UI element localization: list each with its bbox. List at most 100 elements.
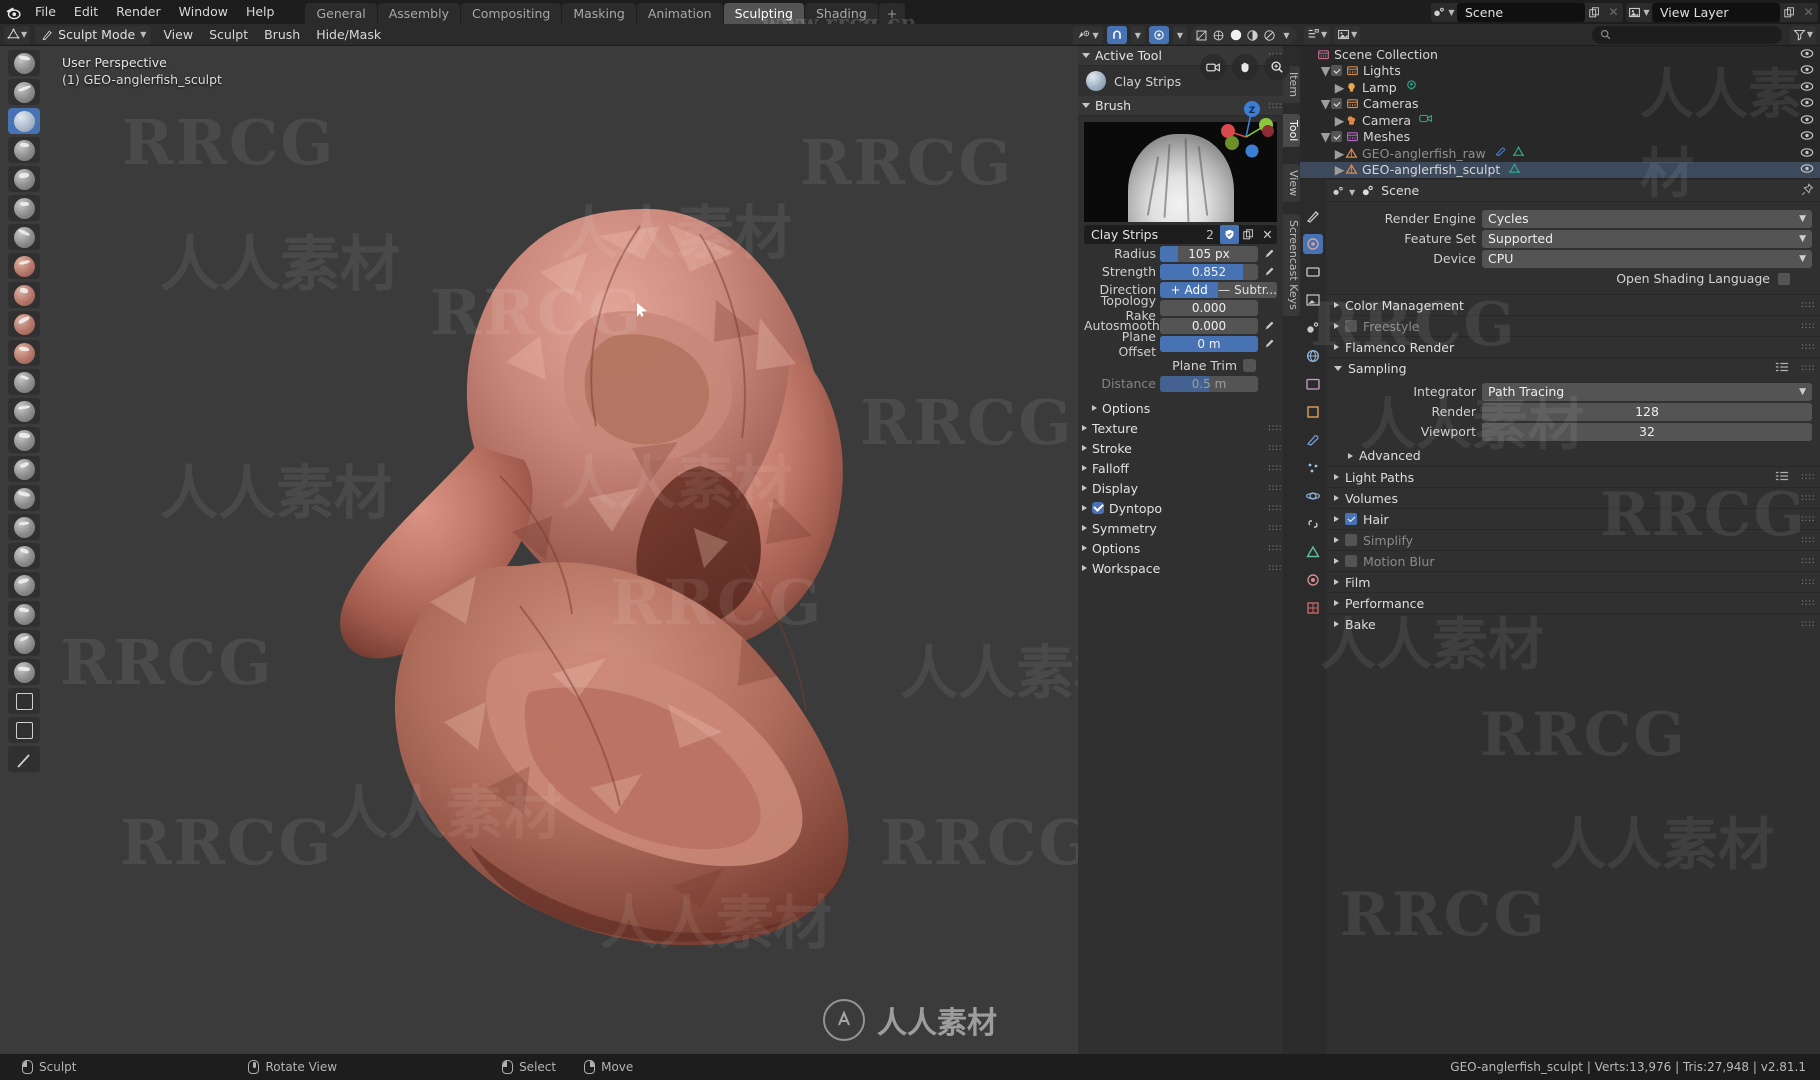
shading-rendered-icon[interactable] (1261, 27, 1278, 44)
feature-set-select[interactable]: Supported ▼ (1482, 229, 1812, 248)
tool-draw[interactable] (8, 50, 40, 76)
eye-icon[interactable] (1800, 162, 1814, 177)
duplicate-icon[interactable] (1585, 3, 1604, 22)
tool-pinch[interactable] (8, 398, 40, 424)
shading-wireframe-icon[interactable] (1193, 27, 1210, 44)
tool-snake-hook[interactable] (8, 485, 40, 511)
modifier-icon[interactable] (1494, 145, 1507, 161)
eye-icon[interactable] (1800, 129, 1814, 144)
workspace-tab-add[interactable]: + (878, 3, 906, 24)
viewport-menu-view[interactable]: View (155, 26, 201, 44)
tool-scrape[interactable] (8, 369, 40, 395)
brush-direction-toggle[interactable]: + Add — Subtr... (1160, 281, 1277, 298)
properties-section-flamenco-render[interactable]: Flamenco Render:::: (1326, 336, 1820, 357)
search-input[interactable] (1591, 25, 1782, 44)
workspace-tab-compositing[interactable]: Compositing (460, 3, 562, 24)
chevron-right-icon[interactable]: ▶ (1334, 113, 1345, 128)
tool-mask[interactable] (8, 659, 40, 685)
proportional-dropdown-icon[interactable]: ▼ (1172, 26, 1187, 44)
scene-selector[interactable]: ▼ Scene ✕ (1431, 2, 1623, 22)
chevron-down-icon[interactable]: ▼ (1320, 96, 1331, 111)
tool-layer[interactable] (8, 166, 40, 192)
outliner-row[interactable]: ▼ Lights (1300, 63, 1820, 80)
pin-icon[interactable] (1801, 182, 1814, 199)
properties-section-freestyle[interactable]: Freestyle:::: (1326, 315, 1820, 336)
duplicate-icon[interactable] (1239, 225, 1258, 244)
workspace-tab-assembly[interactable]: Assembly (377, 3, 460, 24)
tool-fill[interactable] (8, 340, 40, 366)
sidebar-tab-screencast-keys[interactable]: Screencast Keys (1283, 214, 1300, 316)
brush-section-symmetry[interactable]: Symmetry:::: (1078, 518, 1283, 538)
properties-section-film[interactable]: Film:::: (1326, 571, 1820, 592)
close-icon[interactable]: ✕ (1258, 225, 1277, 244)
snap-dropdown-icon[interactable]: ▼ (1130, 26, 1145, 44)
pan-hand-icon[interactable] (1232, 54, 1258, 80)
animate-property-icon[interactable] (1262, 336, 1277, 352)
close-icon[interactable]: ✕ (1604, 3, 1623, 22)
brush-radius-slider[interactable]: 105 px (1160, 245, 1258, 262)
tool-elastic-deform[interactable] (8, 456, 40, 482)
snap-magnet-icon[interactable] (1106, 26, 1127, 44)
properties-tab-scene[interactable] (1303, 318, 1323, 338)
samples-viewport-value[interactable]: 32 (1482, 422, 1812, 441)
brush-section-display[interactable]: Display:::: (1078, 478, 1283, 498)
properties-section-simplify[interactable]: Simplify:::: (1326, 529, 1820, 550)
outliner-row[interactable]: ▼ Cameras (1300, 96, 1820, 113)
close-icon[interactable]: ✕ (1799, 3, 1818, 22)
tool-smooth[interactable] (8, 282, 40, 308)
brush-section-texture[interactable]: Texture:::: (1078, 418, 1283, 438)
properties-tab-modifier[interactable] (1303, 430, 1323, 450)
outliner-exclude-checkbox[interactable] (1331, 131, 1342, 143)
filter-icon[interactable]: ▼ (1789, 25, 1816, 44)
workspace-tab-sculpting[interactable]: Sculpting (723, 3, 804, 24)
device-select[interactable]: CPU ▼ (1482, 249, 1812, 268)
outliner-icon[interactable]: ▼ (1304, 25, 1331, 44)
integrator-select[interactable]: Path Tracing ▼ (1482, 382, 1812, 401)
shading-material-preview-icon[interactable] (1244, 27, 1261, 44)
chevron-down-icon[interactable]: ▼ (1320, 63, 1331, 78)
tool-thumb[interactable] (8, 514, 40, 540)
menu-file[interactable]: File (26, 1, 65, 23)
properties-tab-physics[interactable] (1303, 486, 1323, 506)
outliner-row[interactable]: Scene Collection (1300, 46, 1820, 63)
tool-box-mask[interactable] (8, 688, 40, 714)
tool-grab[interactable] (8, 427, 40, 453)
outliner-display-mode-icon[interactable]: ▼ (1334, 25, 1361, 44)
tool-line-project[interactable] (8, 746, 40, 772)
tool-inflate[interactable] (8, 195, 40, 221)
properties-tab-world[interactable] (1303, 346, 1323, 366)
blender-logo-icon[interactable] (0, 0, 26, 24)
light-data-icon[interactable] (1405, 79, 1418, 95)
brush-autosmooth-slider[interactable]: 0.000 (1160, 317, 1258, 334)
tool-pose[interactable] (8, 543, 40, 569)
direction-add-button[interactable]: + Add (1160, 281, 1219, 298)
outliner-row[interactable]: ▶ Lamp (1300, 79, 1820, 96)
scene-name-field[interactable]: Scene (1457, 2, 1585, 22)
properties-section-hair[interactable]: Hair:::: (1326, 508, 1820, 529)
tool-simplify[interactable] (8, 630, 40, 656)
brush-name[interactable]: Clay Strips (1084, 227, 1200, 242)
sampling-advanced-section[interactable]: Advanced (1326, 445, 1820, 466)
view-layer-name-field[interactable]: View Layer (1652, 2, 1780, 22)
chevron-right-icon[interactable]: ▶ (1334, 146, 1345, 161)
shield-icon[interactable] (1220, 225, 1239, 244)
menu-render[interactable]: Render (107, 1, 170, 23)
properties-section-sampling[interactable]: Sampling:::: (1326, 357, 1820, 378)
outliner-exclude-checkbox[interactable] (1331, 98, 1342, 110)
osl-checkbox[interactable] (1778, 272, 1790, 285)
brush-section-falloff[interactable]: Falloff:::: (1078, 458, 1283, 478)
workspace-tab-masking[interactable]: Masking (562, 3, 636, 24)
brush-distance-slider[interactable]: 0.5 m (1160, 375, 1258, 392)
animate-property-icon[interactable] (1262, 264, 1277, 280)
outliner-row[interactable]: ▼ Meshes (1300, 129, 1820, 146)
properties-tab-material[interactable] (1303, 570, 1323, 590)
properties-section-volumes[interactable]: Volumes:::: (1326, 487, 1820, 508)
outliner-row[interactable]: ▶ GEO-anglerfish_sculpt (1300, 161, 1820, 178)
brush-options-subsection[interactable]: Options (1078, 398, 1283, 418)
eye-icon[interactable] (1800, 146, 1814, 161)
eye-icon[interactable] (1800, 63, 1814, 78)
render-engine-select[interactable]: Cycles ▼ (1482, 209, 1812, 228)
tool-clay-thumb[interactable] (8, 137, 40, 163)
properties-tab-data[interactable] (1303, 542, 1323, 562)
properties-tab-constraint[interactable] (1303, 514, 1323, 534)
